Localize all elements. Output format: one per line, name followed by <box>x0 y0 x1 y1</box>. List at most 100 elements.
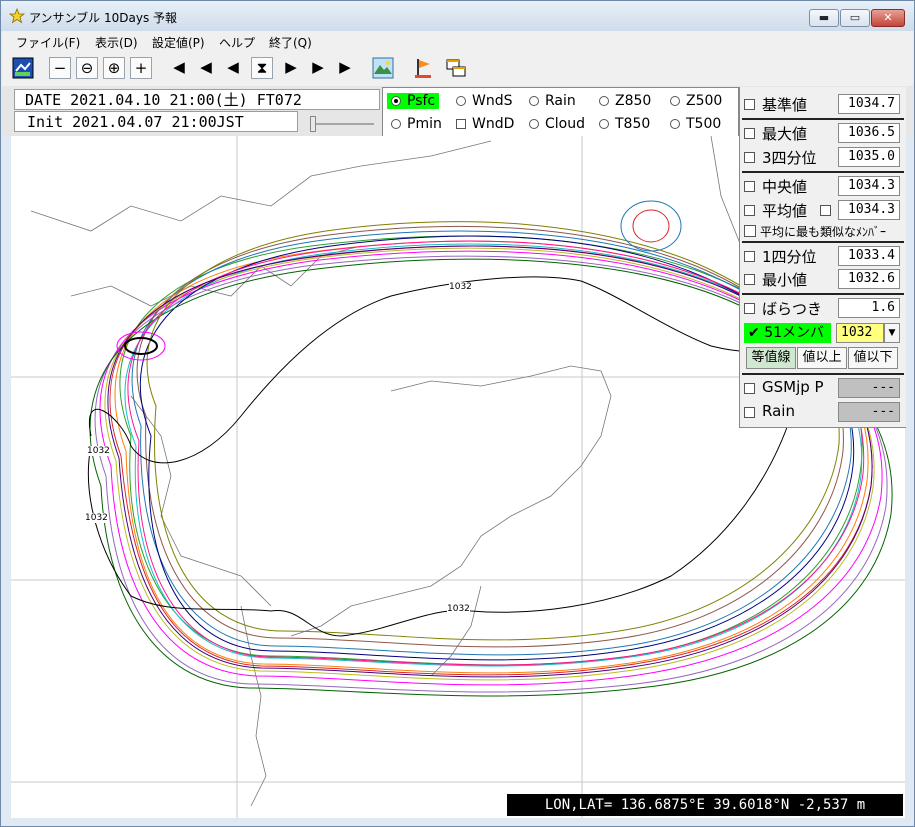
divider <box>742 171 904 173</box>
radio-pmin[interactable]: Pmin <box>391 116 442 132</box>
radio-circle-icon <box>391 119 401 129</box>
slider-thumb[interactable] <box>310 116 316 132</box>
radio-t500-label: T500 <box>686 116 722 132</box>
radio-t850[interactable]: T850 <box>599 116 650 132</box>
radio-z500[interactable]: Z500 <box>670 93 722 109</box>
checkbox-icon[interactable] <box>744 205 755 216</box>
stat-median-value: 1034.3 <box>838 176 900 196</box>
radio-z850-label: Z850 <box>615 93 652 109</box>
stat-mean-value: 1034.3 <box>838 200 900 220</box>
variable-selector: Psfc WndS Rain Z850 Z500 Pmin WndD Cloud… <box>382 87 739 137</box>
radio-z850[interactable]: Z850 <box>599 93 651 109</box>
stat-similar[interactable]: 平均に最も類似なﾒﾝﾊﾞｰ <box>744 223 886 240</box>
stat-min-label: 最小値 <box>762 271 808 289</box>
radio-circle-icon <box>670 119 680 129</box>
radio-circle-icon <box>599 96 609 106</box>
minimize-button[interactable]: ▬ <box>809 9 839 27</box>
radio-t500[interactable]: T500 <box>670 116 721 132</box>
checkbox-icon <box>456 119 466 129</box>
zoom-in-button[interactable]: ⊕ <box>103 57 125 79</box>
divider <box>742 118 904 120</box>
checkbox-icon[interactable] <box>744 181 755 192</box>
stat-q3-value: 1035.0 <box>838 147 900 167</box>
above-value-button[interactable]: 値以上 <box>797 347 847 369</box>
below-value-button[interactable]: 値以下 <box>848 347 898 369</box>
checkbox-icon[interactable] <box>744 251 755 262</box>
radio-circle-icon <box>456 96 466 106</box>
next-frame-button[interactable]: ▶ <box>280 57 302 79</box>
slider-track <box>312 123 374 125</box>
radio-rain[interactable]: Rain <box>529 93 576 109</box>
minimize-icon: ▬ <box>818 11 830 24</box>
first-frame-button[interactable]: ◀ <box>168 57 190 79</box>
time-slider[interactable] <box>306 116 376 132</box>
radio-wnds[interactable]: WndS <box>456 93 513 109</box>
divider <box>742 241 904 243</box>
radio-circle-icon <box>670 96 680 106</box>
checkbox-icon[interactable] <box>744 128 755 139</box>
last-frame-button[interactable]: ▶ <box>334 57 356 79</box>
init-time: Init 2021.04.07 21:00JST <box>14 111 298 132</box>
stat-q1-value: 1033.4 <box>838 246 900 266</box>
checkbox-icon[interactable] <box>744 225 756 237</box>
checkbox-icon[interactable] <box>820 205 831 216</box>
stat-base-value: 1034.7 <box>838 94 900 114</box>
radio-cloud-label: Cloud <box>545 116 585 132</box>
contour-label: 1032 <box>85 513 108 523</box>
stat-min-value: 1032.6 <box>838 269 900 289</box>
zoom-out-small-button[interactable]: − <box>49 57 71 79</box>
stat-mean-label: 平均値 <box>762 202 808 220</box>
radio-circle-icon <box>529 96 539 106</box>
radio-psfc-label: Psfc <box>407 93 436 109</box>
radio-cloud[interactable]: Cloud <box>529 116 585 132</box>
radio-z500-label: Z500 <box>686 93 723 109</box>
prev-fast-button[interactable]: ◀ <box>195 57 217 79</box>
stat-spread-label: ばらつき <box>762 300 823 318</box>
stats-panel: 基準値 1034.7 最大値 1036.5 3四分位 1035.0 中央値 1034.3… <box>739 87 906 428</box>
menu-file[interactable]: ファイル(F) <box>16 34 80 51</box>
checkbox-icon[interactable] <box>744 152 755 163</box>
next-fast-button[interactable]: ▶ <box>307 57 329 79</box>
landscape-icon <box>372 57 394 79</box>
flag-button[interactable] <box>412 57 434 79</box>
contour-value-field[interactable]: 1032 <box>836 323 884 343</box>
checkbox-icon[interactable] <box>744 274 755 285</box>
zoom-out-button[interactable]: ⊖ <box>76 57 98 79</box>
landscape-button[interactable] <box>372 57 394 79</box>
radio-dot-icon <box>391 96 401 106</box>
prev-frame-button[interactable]: ◀ <box>222 57 244 79</box>
checkbox-icon[interactable] <box>744 303 755 314</box>
title-bar: アンサンブル 10Days 予報 ▬ ▭ ✕ <box>1 1 914 31</box>
contour-label: 1032 <box>87 446 110 456</box>
contour-label: 1032 <box>449 282 472 292</box>
zoom-in-small-button[interactable]: + <box>130 57 152 79</box>
checkbox-icon[interactable] <box>744 407 755 418</box>
map-button[interactable] <box>12 57 34 79</box>
maximize-icon: ▭ <box>849 11 861 24</box>
radio-t850-label: T850 <box>615 116 651 132</box>
checkbox-icon[interactable] <box>744 99 755 110</box>
close-icon: ✕ <box>883 11 893 24</box>
menu-exit[interactable]: 終了(Q) <box>269 34 312 51</box>
radio-circle-icon <box>529 119 539 129</box>
flag-icon <box>415 59 431 78</box>
members-toggle[interactable]: ✔ 51メンバー <box>744 323 831 361</box>
checkbox-icon[interactable] <box>744 383 755 394</box>
menu-view[interactable]: 表示(D) <box>95 34 138 51</box>
divider <box>742 293 904 295</box>
toolbar: − ⊖ ⊕ + ◀ ◀ ◀ ⧗ ▶ ▶ ▶ <box>2 52 913 87</box>
map-icon <box>12 57 34 79</box>
cursor-readout: LON,LAT= 136.6875°E 39.6018°N -2,537 m <box>507 794 903 816</box>
close-button[interactable]: ✕ <box>871 9 905 27</box>
radio-psfc[interactable]: Psfc <box>387 93 440 109</box>
windows-button[interactable] <box>445 57 467 79</box>
check-wndd[interactable]: WndD <box>456 116 514 132</box>
maximize-button[interactable]: ▭ <box>840 9 870 27</box>
stop-button[interactable]: ⧗ <box>251 57 273 79</box>
dropdown-button[interactable]: ▼ <box>884 323 900 343</box>
menu-help[interactable]: ヘルプ <box>219 34 255 51</box>
window-title: アンサンブル 10Days 予報 <box>29 11 178 25</box>
menu-settings[interactable]: 設定値(P) <box>152 34 205 51</box>
contour-mode-button[interactable]: 等值線 <box>746 347 796 369</box>
gsm-label: GSMjp P <box>762 378 824 396</box>
